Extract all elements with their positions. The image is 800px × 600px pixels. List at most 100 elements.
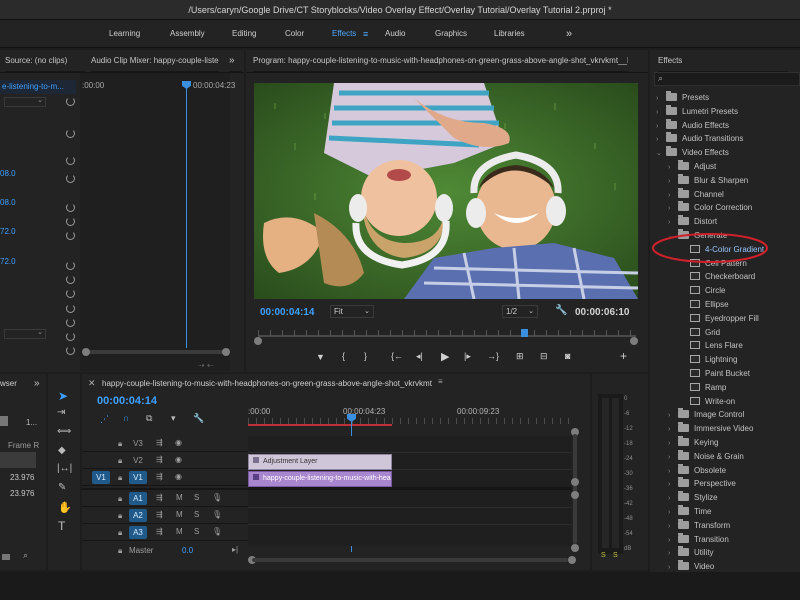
effects-folder[interactable]: › Image Control [650, 408, 800, 422]
reset-parameter-icon[interactable] [66, 318, 75, 327]
effects-folder[interactable]: › Color Correction [650, 201, 800, 215]
reset-parameter-icon[interactable] [66, 231, 75, 240]
sync-lock-icon[interactable]: ⇶ [156, 472, 163, 481]
step-back-icon[interactable]: ◂| [416, 351, 423, 362]
reset-parameter-icon[interactable] [66, 217, 75, 226]
lock-icon[interactable]: 🔒︎ [118, 528, 122, 538]
mic-icon[interactable]: 🎙︎ [212, 493, 222, 502]
track-label-a1[interactable]: A1 [129, 492, 147, 505]
timeline-timecode[interactable]: 00:00:04:14 [97, 395, 157, 407]
selection-tool-icon[interactable]: ➤ [58, 389, 68, 403]
mic-icon[interactable]: 🎙︎ [212, 510, 222, 519]
settings-wrench-icon[interactable]: 🔧 [193, 413, 204, 424]
solo-left[interactable]: S [601, 552, 606, 559]
lock-icon[interactable]: 🔒︎ [118, 546, 122, 556]
program-zoom-right[interactable] [630, 337, 638, 345]
track-label-a2[interactable]: A2 [129, 509, 147, 522]
chevron-right-icon[interactable]: › [668, 492, 678, 506]
pen-tool-icon[interactable]: ✎ [58, 482, 66, 493]
wrench-icon[interactable]: 🔧 [555, 305, 567, 316]
timeline-vscroll-mid[interactable] [571, 478, 579, 486]
effect-item[interactable]: Write-on [650, 395, 800, 409]
reset-parameter-icon[interactable] [66, 156, 75, 165]
chevron-right-icon[interactable]: › [668, 189, 678, 203]
timeline-title[interactable]: happy-couple-listening-to-music-with-hea… [102, 379, 432, 388]
program-zoom-left[interactable] [254, 337, 262, 345]
chevron-right-icon[interactable]: › [668, 534, 678, 548]
add-button-icon[interactable]: + [620, 349, 627, 363]
project-list-icon[interactable] [0, 416, 8, 426]
workspace-graphics[interactable]: Graphics [435, 20, 467, 48]
solo-right[interactable]: S [613, 552, 618, 559]
step-forward-icon[interactable]: |▸ [464, 351, 471, 362]
effects-search-field[interactable]: ⌕ [654, 72, 800, 86]
project-row-selected[interactable] [0, 452, 36, 468]
chevron-right-icon[interactable]: › [668, 175, 678, 189]
workspace-effects[interactable]: Effects [332, 20, 356, 48]
ec-scrollbar[interactable] [84, 350, 226, 354]
lock-icon[interactable]: 🔒︎ [118, 473, 122, 483]
effects-panel-title[interactable]: Effects [658, 50, 788, 72]
video-clip[interactable]: happy-couple-listening-to-music-with-hea… [248, 471, 392, 487]
chevron-right-icon[interactable]: › [668, 409, 678, 423]
timeline-menu-icon[interactable]: ≡ [438, 377, 443, 386]
type-tool-icon[interactable]: T [58, 519, 65, 533]
timeline-close-icon[interactable]: ✕ [88, 378, 96, 389]
reset-parameter-icon[interactable] [66, 304, 75, 313]
project-footer-icon[interactable] [2, 554, 10, 560]
effects-folder[interactable]: › Keying [650, 435, 800, 451]
sync-lock-icon[interactable]: ⇶ [156, 510, 163, 519]
effects-folder[interactable]: › Transform [650, 518, 800, 533]
chevron-right-icon[interactable]: › [656, 92, 666, 106]
program-playhead[interactable] [521, 329, 528, 337]
razor-tool-icon[interactable]: ◆ [58, 445, 66, 456]
ec-playhead[interactable] [186, 83, 187, 348]
sync-lock-icon[interactable]: ⇶ [156, 527, 163, 536]
go-to-end-icon[interactable]: ▸| [232, 545, 238, 554]
camera-icon[interactable]: ◙ [565, 351, 570, 361]
sync-lock-icon[interactable]: ⇶ [156, 438, 163, 447]
chevron-right-icon[interactable]: › [668, 202, 678, 216]
go-to-in-icon[interactable]: {← [391, 351, 403, 361]
timeline-hscroll-right[interactable] [568, 556, 576, 564]
ec-vscroll[interactable] [232, 110, 237, 360]
clip-selector[interactable]: e-listening-to-m... [0, 80, 76, 94]
effects-folder[interactable]: › Lumetri Presets [650, 104, 800, 119]
effects-folder[interactable]: › Audio Transitions [650, 132, 800, 146]
timeline-hscroll[interactable] [252, 558, 568, 562]
timeline-vscroll[interactable] [573, 434, 577, 544]
fit-dropdown[interactable]: Fit ⌄ [330, 305, 374, 318]
reset-parameter-icon[interactable] [66, 275, 75, 284]
tab-source[interactable]: Source: (no clips) [5, 50, 85, 72]
effects-folder[interactable]: › Adjust [650, 159, 800, 174]
linked-selection-icon[interactable]: ⧉ [146, 413, 152, 424]
magnet-icon[interactable]: ∩ [123, 413, 129, 423]
effects-search-input[interactable] [669, 74, 794, 84]
workspace-assembly[interactable]: Assembly [170, 20, 205, 48]
hand-tool-icon[interactable]: ✋ [58, 501, 72, 514]
sync-lock-icon[interactable]: ⇶ [156, 455, 163, 464]
track-label-a3[interactable]: A3 [129, 526, 147, 539]
effects-folder[interactable]: ⌄ Video Effects [650, 146, 800, 160]
value-1[interactable]: 08.0 [0, 169, 16, 178]
tab-audio-clip-mixer[interactable]: Audio Clip Mixer: happy-couple-liste [91, 50, 219, 72]
go-to-out-icon[interactable]: →} [487, 351, 499, 361]
chevron-right-icon[interactable]: › [668, 465, 678, 479]
effect-item[interactable]: Checkerboard [650, 270, 800, 284]
track-label-v3[interactable]: V3 [129, 437, 147, 450]
add-marker-icon[interactable]: ▼ [316, 352, 325, 362]
ripple-edit-tool-icon[interactable]: ⟺ [57, 426, 71, 437]
lock-icon[interactable]: 🔒︎ [118, 456, 122, 466]
panel-more-button[interactable]: » [229, 50, 241, 72]
chevron-right-icon[interactable]: › [668, 437, 678, 451]
effects-folder[interactable]: › Transition [650, 532, 800, 548]
effects-folder[interactable]: › Channel [650, 187, 800, 203]
value-2[interactable]: 08.0 [0, 198, 16, 207]
reset-parameter-icon[interactable] [66, 261, 75, 270]
track-select-tool-icon[interactable]: ⇥ [57, 407, 65, 418]
snap-icon[interactable]: ⋰ [100, 414, 109, 425]
effect-item[interactable]: Ramp [650, 381, 800, 395]
ec-scroll-knob-right[interactable] [222, 348, 230, 356]
solo-button[interactable]: S [194, 493, 199, 502]
program-video-frame[interactable] [254, 83, 638, 299]
